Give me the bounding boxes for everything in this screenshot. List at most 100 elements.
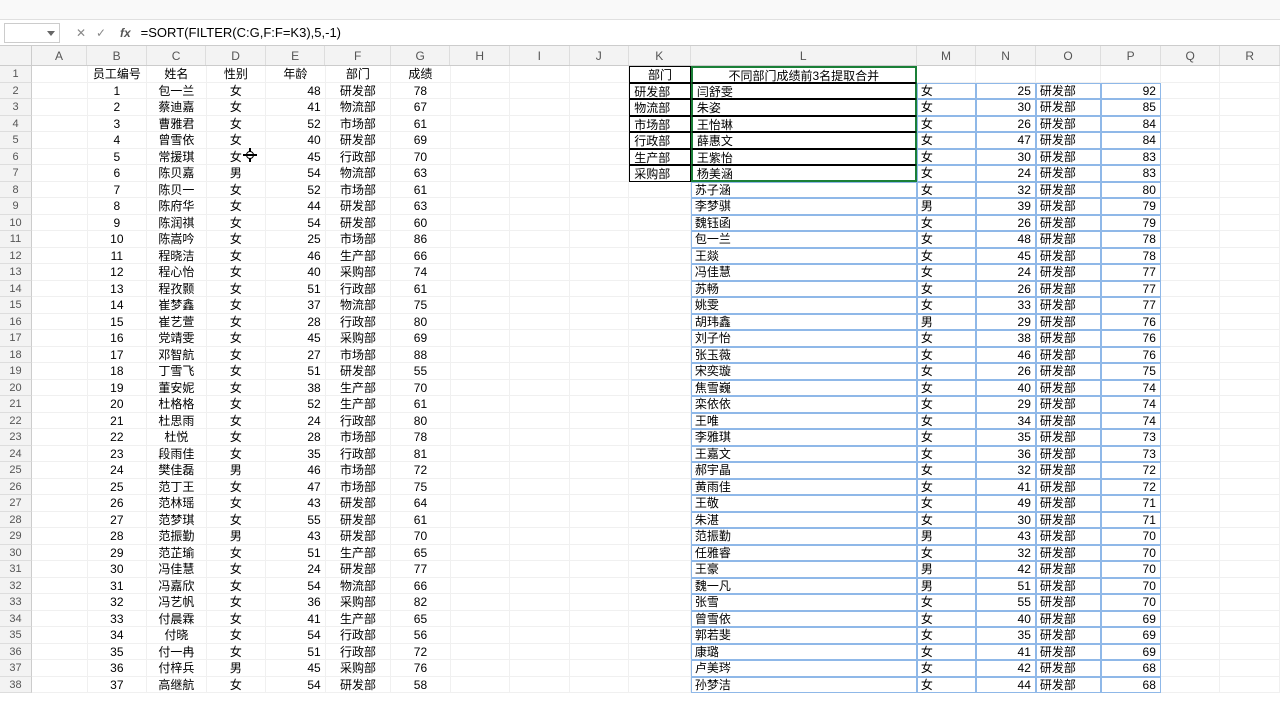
cell[interactable]: 23 [88, 446, 148, 463]
cell[interactable]: 74 [1101, 380, 1161, 397]
cell[interactable] [1220, 677, 1280, 694]
cell[interactable]: 生产部 [326, 545, 391, 562]
cell[interactable]: 研发部 [1036, 215, 1101, 232]
cell[interactable] [570, 413, 630, 430]
cell[interactable]: 付晨霖 [147, 611, 207, 628]
cell[interactable]: 陈嵩吟 [147, 231, 207, 248]
cell[interactable] [451, 578, 511, 595]
cell[interactable] [510, 561, 570, 578]
cell[interactable]: 33 [88, 611, 148, 628]
cell[interactable] [510, 479, 570, 496]
cell[interactable]: 性别 [207, 66, 267, 83]
cell[interactable]: 付梓兵 [147, 660, 207, 677]
cell[interactable]: 65 [391, 611, 451, 628]
cell[interactable]: 男 [207, 528, 267, 545]
cell[interactable] [1220, 83, 1280, 100]
cell[interactable] [451, 396, 511, 413]
col-header-B[interactable]: B [87, 46, 147, 65]
cell[interactable]: 15 [88, 314, 148, 331]
cell[interactable]: 34 [88, 627, 148, 644]
cell[interactable] [510, 380, 570, 397]
cell[interactable]: 女 [207, 446, 267, 463]
cell[interactable] [1220, 330, 1280, 347]
cell[interactable]: 70 [391, 149, 451, 166]
cell[interactable]: 女 [207, 396, 267, 413]
cell[interactable]: 女 [917, 644, 977, 661]
cell[interactable]: 女 [917, 248, 977, 265]
cell[interactable] [1161, 594, 1221, 611]
cell[interactable]: 6 [88, 165, 148, 182]
cell[interactable] [1220, 165, 1280, 182]
cell[interactable]: 58 [391, 677, 451, 694]
cell[interactable] [1161, 347, 1221, 364]
cell[interactable] [570, 479, 630, 496]
cell[interactable]: 女 [207, 231, 267, 248]
cell[interactable]: 51 [266, 545, 326, 562]
row-header[interactable]: 19 [0, 363, 32, 380]
cell[interactable]: 研发部 [1036, 462, 1101, 479]
row-header[interactable]: 21 [0, 396, 32, 413]
cell[interactable] [510, 182, 570, 199]
cell[interactable] [1161, 627, 1221, 644]
cell[interactable]: 54 [266, 215, 326, 232]
cell[interactable] [510, 363, 570, 380]
cell[interactable]: 20 [88, 396, 148, 413]
cell[interactable]: 84 [1101, 132, 1161, 149]
cell[interactable]: 采购部 [326, 660, 391, 677]
cell[interactable]: 41 [976, 644, 1036, 661]
cell[interactable]: 女 [917, 660, 977, 677]
cell[interactable]: 范振勤 [691, 528, 917, 545]
cell[interactable] [629, 396, 691, 413]
cell[interactable]: 行政部 [326, 314, 391, 331]
cell[interactable]: 女 [207, 281, 267, 298]
cell[interactable]: 31 [88, 578, 148, 595]
cell[interactable] [570, 215, 630, 232]
cell[interactable]: 研发部 [326, 215, 391, 232]
cell[interactable] [1220, 231, 1280, 248]
cell[interactable]: 41 [266, 611, 326, 628]
cell[interactable]: 曾雪依 [147, 132, 207, 149]
cell[interactable] [570, 512, 630, 529]
cell[interactable]: 崔艺萱 [147, 314, 207, 331]
cell[interactable]: 包一兰 [691, 231, 917, 248]
cell[interactable] [1161, 231, 1221, 248]
row-header[interactable]: 24 [0, 446, 32, 463]
cell[interactable]: 姚雯 [691, 297, 917, 314]
cell[interactable]: 18 [88, 363, 148, 380]
formula-input[interactable] [137, 23, 1280, 43]
cell[interactable]: 陈贝嘉 [147, 165, 207, 182]
cell[interactable] [451, 132, 511, 149]
cell[interactable]: 30 [976, 99, 1036, 116]
cell[interactable]: 杨美涵 [691, 165, 917, 182]
row-header[interactable]: 5 [0, 132, 32, 149]
cell[interactable]: 39 [976, 198, 1036, 215]
cell[interactable]: 程孜颢 [147, 281, 207, 298]
cell[interactable] [1161, 132, 1221, 149]
cell[interactable]: 女 [207, 314, 267, 331]
cell[interactable]: 44 [266, 198, 326, 215]
cell[interactable]: 40 [266, 264, 326, 281]
cell[interactable] [510, 660, 570, 677]
cell[interactable]: 焦雪巍 [691, 380, 917, 397]
cell[interactable]: 女 [207, 83, 267, 100]
cell[interactable]: 24 [976, 165, 1036, 182]
cell[interactable]: 研发部 [1036, 297, 1101, 314]
cell[interactable]: 4 [88, 132, 148, 149]
cell[interactable] [32, 99, 88, 116]
cell[interactable] [570, 363, 630, 380]
cell[interactable]: 76 [391, 660, 451, 677]
cell[interactable] [32, 545, 88, 562]
cell[interactable]: 卢美琌 [691, 660, 917, 677]
cell[interactable]: 5 [88, 149, 148, 166]
cell[interactable]: 女 [917, 429, 977, 446]
cell[interactable]: 行政部 [326, 627, 391, 644]
cell[interactable]: 28 [266, 314, 326, 331]
cell[interactable] [1220, 182, 1280, 199]
cell[interactable]: 52 [266, 396, 326, 413]
cell[interactable] [510, 578, 570, 595]
cell[interactable]: 市场部 [326, 231, 391, 248]
cell[interactable]: 女 [207, 479, 267, 496]
cell[interactable] [451, 380, 511, 397]
cell[interactable]: 陈府华 [147, 198, 207, 215]
cell[interactable]: 52 [266, 182, 326, 199]
